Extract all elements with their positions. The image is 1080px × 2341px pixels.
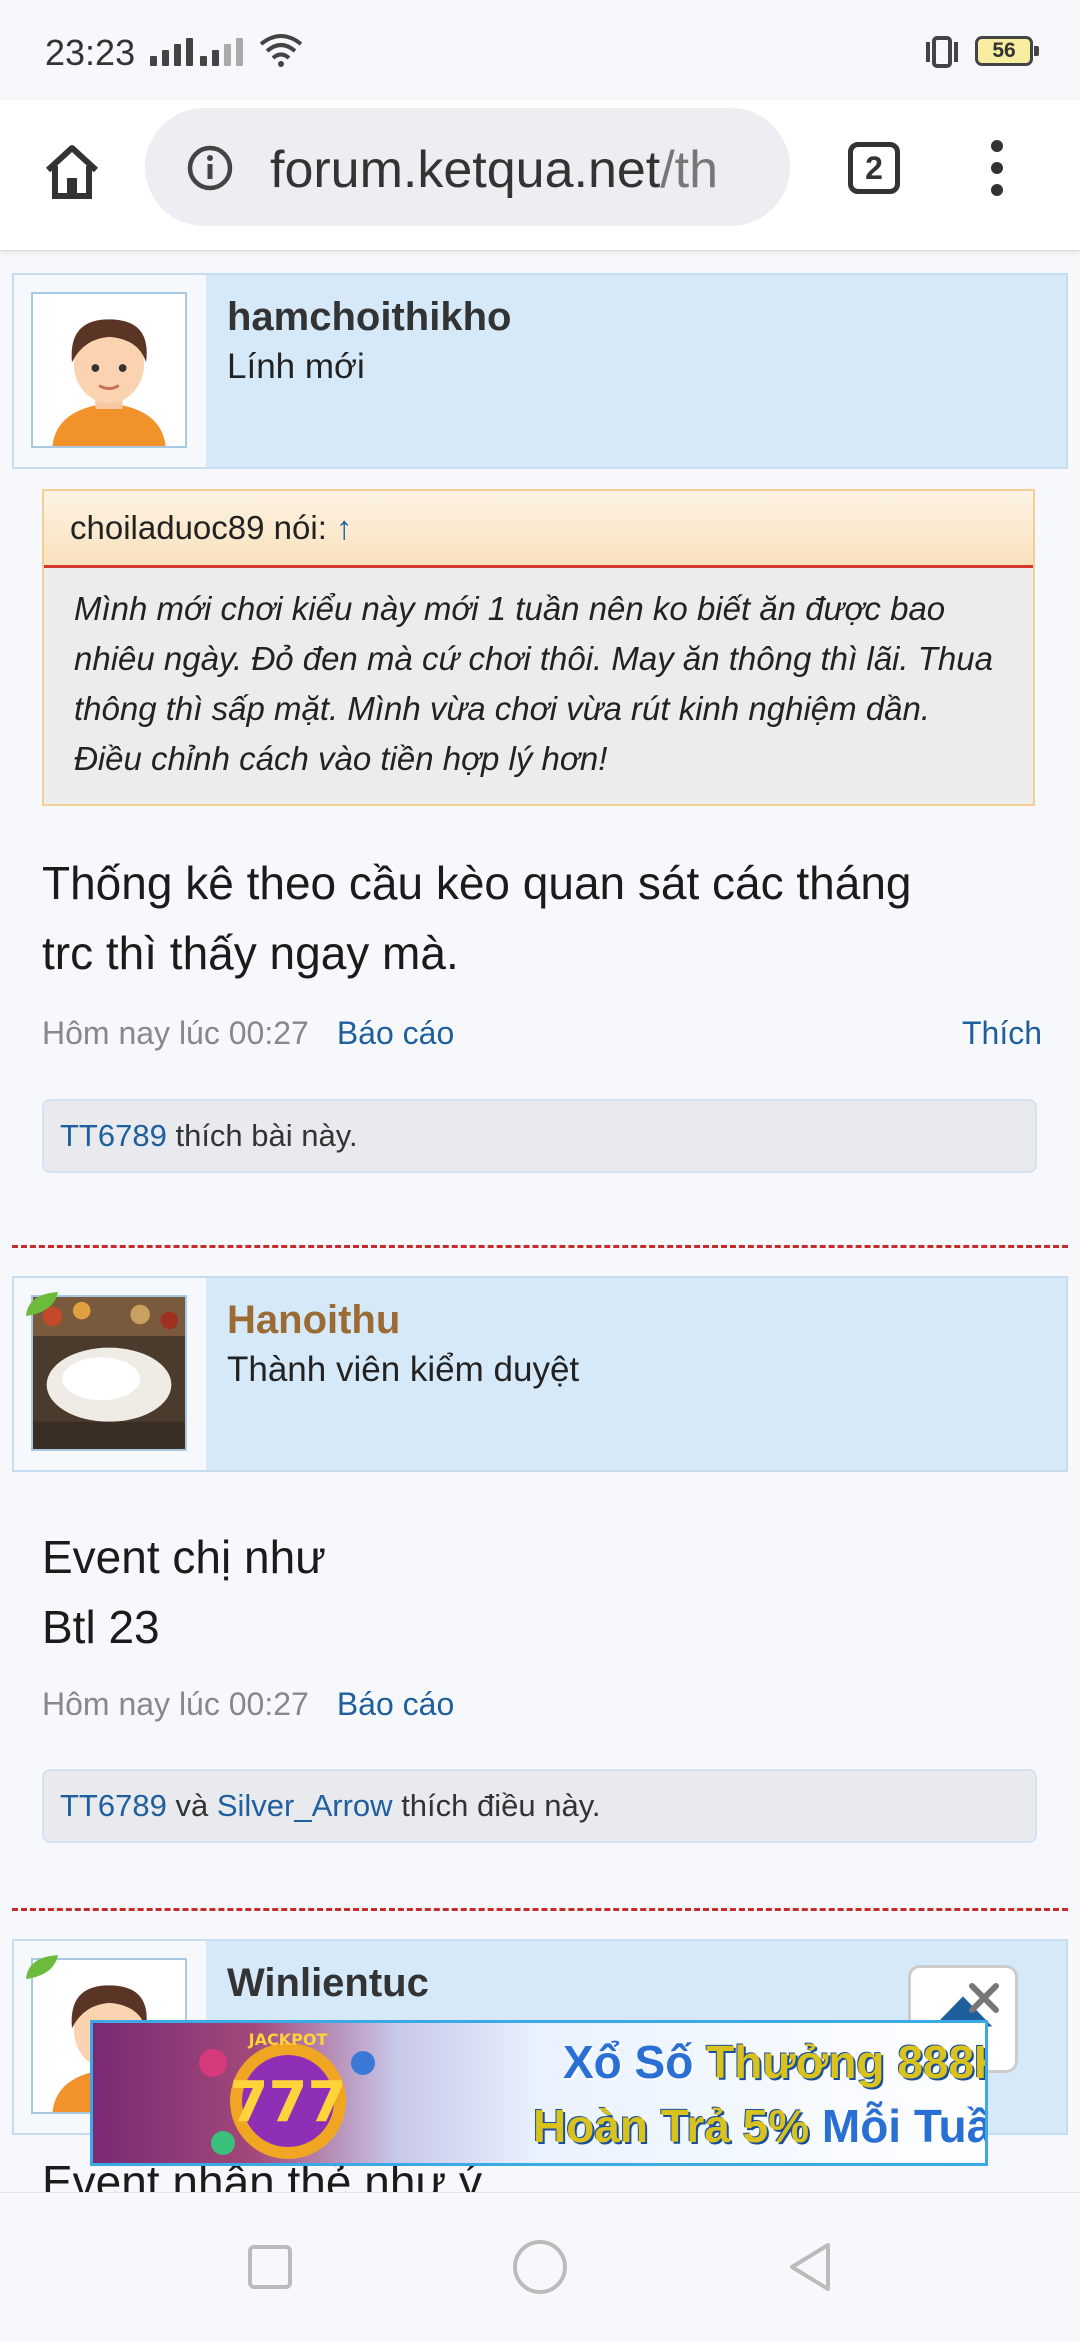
post-time[interactable]: Hôm nay lúc 00:27 bbox=[42, 1015, 309, 1051]
back-button-icon[interactable] bbox=[780, 2237, 840, 2297]
liker-link[interactable]: TT6789 bbox=[60, 1788, 167, 1823]
battery-icon: 56 bbox=[975, 36, 1039, 66]
ad-subline: Hoàn Trả 5% Mỗi Tuần bbox=[533, 2099, 985, 2153]
quote-header: choiladuoc89 nói: ↑ bbox=[44, 491, 1033, 568]
ad-text: Mỗi Tuần bbox=[821, 2100, 985, 2152]
online-leaf-icon bbox=[26, 1955, 58, 1979]
system-nav-bar bbox=[0, 2192, 1080, 2341]
message-text: Event chị như Btl 23 bbox=[42, 1522, 1042, 1662]
svg-text:777: 777 bbox=[230, 2070, 347, 2135]
username[interactable]: Winlientuc bbox=[227, 1961, 429, 2006]
quote-author: choiladuoc89 nói: bbox=[70, 509, 327, 546]
jackpot-slot-art: 777 JACKPOT bbox=[199, 2030, 375, 2159]
liker-link[interactable]: TT6789 bbox=[60, 1118, 167, 1153]
avatar-photo bbox=[33, 1297, 185, 1449]
url-host: forum.ketqua.net bbox=[270, 141, 661, 199]
wifi-icon bbox=[259, 34, 303, 67]
quote-text: Mình mới chơi kiểu này mới 1 tuần nên ko… bbox=[74, 590, 993, 777]
post: Hanoithu Thành viên kiểm duyệt Event chị… bbox=[12, 1276, 1068, 1843]
tab-switcher-button[interactable]: 2 bbox=[848, 142, 900, 194]
likes-summary: TT6789 và Silver_Arrow thích điều này. bbox=[42, 1769, 1037, 1843]
ad-text: Thưởng 888K bbox=[706, 2036, 988, 2088]
liker-link[interactable]: Silver_Arrow bbox=[217, 1788, 393, 1823]
thread-content: hamchoithikho Lính mới choiladuoc89 nói:… bbox=[0, 252, 1080, 2192]
home-icon[interactable] bbox=[40, 140, 104, 204]
avatar[interactable] bbox=[31, 1295, 187, 1451]
message-text: Thống kê theo cầu kèo quan sát các tháng… bbox=[42, 848, 1042, 988]
avatar-panel bbox=[14, 275, 206, 467]
message-line: trc thì thấy ngay mà. bbox=[42, 927, 459, 979]
message-line: Event chị như bbox=[42, 1531, 326, 1583]
message-line: Thống kê theo cầu kèo quan sát các tháng bbox=[42, 857, 912, 909]
user-info: hamchoithikho Lính mới bbox=[12, 273, 1068, 469]
status-bar: 23:23 56 bbox=[0, 0, 1080, 100]
default-avatar-icon bbox=[33, 294, 185, 446]
signal-icon-sim2 bbox=[200, 36, 243, 66]
vibrate-icon bbox=[926, 36, 958, 68]
likes-text: thích điều này. bbox=[401, 1788, 601, 1823]
post: hamchoithikho Lính mới choiladuoc89 nói:… bbox=[12, 273, 1068, 1173]
report-link[interactable]: Báo cáo bbox=[337, 1686, 454, 1722]
username[interactable]: Hanoithu bbox=[227, 1298, 400, 1343]
address-bar[interactable]: forum.ketqua.net/th bbox=[145, 108, 790, 226]
ad-headline: Xổ Số Thưởng 888K bbox=[563, 2035, 988, 2089]
post-meta: Hôm nay lúc 00:27 Báo cáo Thích bbox=[42, 1015, 1042, 1052]
user-info: Hanoithu Thành viên kiểm duyệt bbox=[12, 1276, 1068, 1472]
likes-text: thích bài này. bbox=[175, 1118, 358, 1153]
info-icon[interactable] bbox=[187, 145, 233, 191]
like-link[interactable]: Thích bbox=[962, 1015, 1042, 1052]
post-separator bbox=[12, 1245, 1068, 1248]
likes-joiner: và bbox=[175, 1788, 209, 1823]
status-time: 23:23 bbox=[45, 32, 136, 73]
ad-banner[interactable]: 777 JACKPOT Xổ Số Thưởng 888K Hoàn Trả 5… bbox=[90, 2020, 988, 2166]
close-icon[interactable] bbox=[964, 1978, 1004, 2018]
avatar[interactable] bbox=[31, 292, 187, 448]
report-link[interactable]: Báo cáo bbox=[337, 1015, 454, 1051]
signal-icon bbox=[150, 36, 193, 66]
user-title: Lính mới bbox=[227, 347, 365, 386]
ad-text: Hoàn Trả 5% bbox=[533, 2100, 810, 2152]
ad-text: Xổ Số bbox=[563, 2036, 694, 2088]
home-button-icon[interactable] bbox=[510, 2237, 570, 2297]
jackpot-label: JACKPOT bbox=[248, 2030, 328, 2049]
message-line: Btl 23 bbox=[42, 1601, 160, 1653]
post-time[interactable]: Hôm nay lúc 00:27 bbox=[42, 1686, 309, 1722]
username[interactable]: hamchoithikho bbox=[227, 295, 511, 340]
post-meta: Hôm nay lúc 00:27 Báo cáo bbox=[42, 1686, 1042, 1723]
url-path: /th bbox=[660, 141, 719, 199]
quote-jump-link[interactable]: ↑ bbox=[336, 509, 353, 546]
url-text: forum.ketqua.net/th bbox=[270, 140, 718, 200]
likes-summary: TT6789 thích bài này. bbox=[42, 1099, 1037, 1173]
browser-toolbar: forum.ketqua.net/th 2 bbox=[0, 100, 1080, 251]
quote-block: choiladuoc89 nói: ↑ Mình mới chơi kiểu n… bbox=[42, 489, 1035, 806]
overflow-menu-icon[interactable] bbox=[985, 140, 1009, 204]
online-leaf-icon bbox=[26, 1292, 58, 1316]
user-title: Thành viên kiểm duyệt bbox=[227, 1350, 580, 1389]
post-separator bbox=[12, 1908, 1068, 1911]
recents-button-icon[interactable] bbox=[240, 2237, 300, 2297]
